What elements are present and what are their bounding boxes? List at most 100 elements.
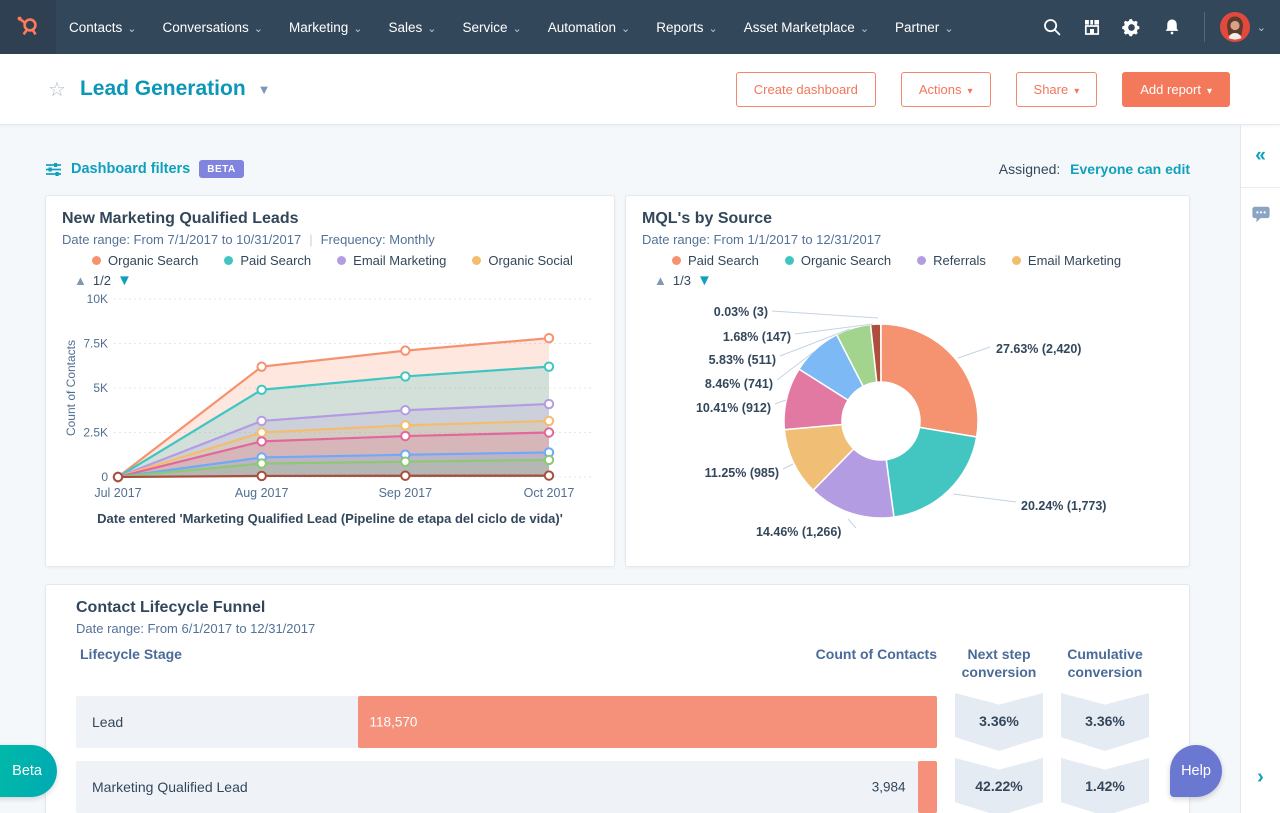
label-leader-line [782, 463, 794, 470]
legend-item-paid-search[interactable]: Paid Search [224, 253, 311, 268]
data-point-marker[interactable] [256, 361, 267, 372]
pager-up-icon[interactable]: ▲ [74, 273, 87, 288]
double-chevron-left-icon: « [1255, 145, 1266, 166]
data-point-marker[interactable] [256, 470, 267, 482]
nav-item-conversations[interactable]: Conversations ⌄ [150, 0, 277, 54]
caret-down-icon: ▾ [1074, 85, 1080, 97]
date-range: Date range: From 1/1/2017 to 12/31/2017 [642, 232, 882, 247]
donut-slice-label: 20.24% (1,773) [1021, 499, 1106, 513]
card-subtitle: Date range: From 7/1/2017 to 10/31/2017 |… [62, 232, 435, 247]
funnel-bar[interactable] [357, 696, 937, 748]
legend-item-organic-search[interactable]: Organic Search [784, 253, 892, 268]
nav-item-automation[interactable]: Automation ⌄ [535, 0, 644, 54]
next-step-conversion-badge: 42.22% [955, 758, 1043, 813]
nav-item-service[interactable]: Service ⌄ [450, 0, 535, 54]
data-point-marker[interactable] [400, 420, 411, 431]
nav-item-asset-marketplace[interactable]: Asset Marketplace ⌄ [731, 0, 882, 54]
legend-item-paid-search[interactable]: Paid Search [672, 253, 759, 268]
legend-label: Organic Search [800, 253, 892, 268]
funnel-row-lead: Lead 118,570 3.36% 3.36% [76, 693, 1149, 751]
comments-button[interactable] [1241, 205, 1280, 224]
add-report-button[interactable]: Add report ▾ [1122, 71, 1230, 107]
legend-dot [784, 256, 794, 265]
data-point-marker[interactable] [256, 436, 267, 447]
pager-down-icon[interactable]: ▼ [697, 272, 712, 289]
x-tick-label: Sep 2017 [379, 486, 433, 500]
funnel-track: Lead 118,570 [76, 696, 937, 748]
legend-label: Referrals [933, 253, 986, 268]
main-menu: Contacts ⌄ Conversations ⌄ Marketing ⌄ Sales ⌄ S… [56, 0, 967, 54]
data-point-marker[interactable] [543, 398, 555, 410]
card-new-mqls: New Marketing Qualified Leads Date range… [45, 195, 615, 567]
dashboard-filters-label: Dashboard filters [71, 161, 191, 177]
pager-up-icon[interactable]: ▲ [654, 273, 667, 288]
data-point-marker[interactable] [256, 458, 267, 469]
actions-button[interactable]: Actions ▾ [900, 71, 991, 107]
share-button[interactable]: Share ▾ [1015, 71, 1098, 107]
expand-chevron-icon[interactable]: › [1241, 766, 1280, 789]
nav-item-sales[interactable]: Sales ⌄ [376, 0, 450, 54]
funnel-bar[interactable] [917, 761, 937, 813]
collapse-panel-button[interactable]: « [1241, 125, 1280, 188]
legend-label: Paid Search [240, 253, 312, 268]
column-next-step-conversion: Next step conversion [961, 646, 1037, 680]
account-menu[interactable]: ⌄ [1219, 11, 1266, 43]
account-caret-icon: ⌄ [1256, 21, 1266, 34]
dashboard-header: ☆ Lead Generation ▼ Create dashboard Act… [0, 54, 1280, 125]
create-dashboard-button[interactable]: Create dashboard [735, 71, 876, 107]
card-subtitle: Date range: From 6/1/2017 to 12/31/2017 [76, 621, 1149, 636]
data-point-marker[interactable] [543, 332, 555, 344]
legend-label: Organic Social [488, 253, 573, 268]
funnel-count-value: 118,570 [369, 714, 418, 730]
data-point-marker[interactable] [543, 415, 555, 427]
y-axis-label: Count of Contacts [64, 340, 78, 436]
dashboard-title-caret-icon[interactable]: ▼ [258, 82, 271, 97]
data-point-marker[interactable] [256, 384, 267, 395]
nav-item-partner[interactable]: Partner ⌄ [882, 0, 967, 54]
donut-slice-label: 14.46% (1,266) [756, 525, 841, 539]
data-point-marker[interactable] [400, 405, 411, 416]
data-point-marker[interactable] [112, 471, 124, 483]
legend-item-organic-social[interactable]: Organic Social [472, 253, 573, 268]
dashboard-filters-button[interactable]: Dashboard filters BETA [45, 160, 244, 178]
legend-item-referrals[interactable]: Referrals [917, 253, 986, 268]
data-point-marker[interactable] [400, 430, 411, 442]
data-point-marker[interactable] [543, 470, 555, 481]
data-point-marker[interactable] [543, 454, 555, 466]
data-point-marker[interactable] [543, 427, 555, 438]
marketplace-icon[interactable] [1074, 9, 1110, 45]
donut-slice[interactable] [885, 426, 978, 518]
data-point-marker[interactable] [543, 361, 555, 372]
pager-down-icon[interactable]: ▼ [117, 272, 132, 289]
next-step-conversion-badge-value: 3.36% [979, 713, 1019, 729]
funnel-stage-label: Lead [92, 714, 124, 730]
sliders-icon [46, 162, 61, 176]
pager-page: 1/2 [92, 273, 111, 288]
nav-item-marketing[interactable]: Marketing ⌄ [276, 0, 376, 54]
dashboard-title[interactable]: Lead Generation [80, 77, 246, 101]
legend-item-email-marketing[interactable]: Email Marketing [337, 253, 446, 268]
nav-item-label: Service [462, 19, 508, 35]
data-point-marker[interactable] [256, 415, 267, 427]
notifications-icon[interactable] [1154, 9, 1190, 45]
settings-icon[interactable] [1114, 9, 1150, 45]
help-fab-button[interactable]: Help [1170, 745, 1222, 797]
nav-item-reports[interactable]: Reports ⌄ [643, 0, 731, 54]
search-icon[interactable] [1034, 9, 1070, 45]
nav-item-contacts[interactable]: Contacts ⌄ [56, 0, 150, 54]
favorite-star-icon[interactable]: ☆ [48, 77, 66, 102]
header-actions: Create dashboard Actions ▾ Share ▾ Add rep… [735, 71, 1230, 107]
legend-item-email-marketing[interactable]: Email Marketing [1011, 253, 1121, 268]
area-chart: 0 2.5K 5K 7.5K 10K Count of Contacts Jul 2017 A… [64, 292, 594, 500]
donut-slice[interactable] [880, 323, 979, 438]
beta-fab-button[interactable]: Beta [0, 745, 57, 797]
data-point-marker[interactable] [400, 371, 411, 382]
data-point-marker[interactable] [400, 470, 411, 481]
hubspot-logo[interactable] [0, 0, 56, 54]
donut-slice-label: 10.41% (912) [696, 401, 771, 415]
legend-item-organic-search[interactable]: Organic Search [92, 253, 198, 268]
data-point-marker[interactable] [256, 427, 267, 438]
data-point-marker[interactable] [400, 345, 411, 356]
data-point-marker[interactable] [400, 456, 411, 467]
assigned-value-link[interactable]: Everyone can edit [1070, 161, 1190, 177]
